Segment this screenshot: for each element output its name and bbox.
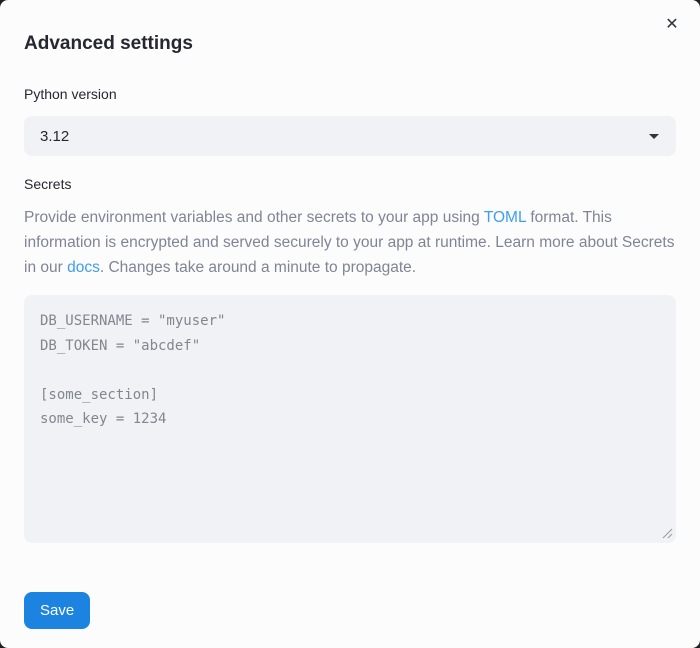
close-icon[interactable]: ✕ xyxy=(660,12,684,36)
secrets-label: Secrets xyxy=(24,176,676,193)
secrets-description-text-1: Provide environment variables and other … xyxy=(24,209,484,226)
resize-handle-icon[interactable] xyxy=(661,527,673,539)
secrets-textarea-container: DB_USERNAME = "myuser" DB_TOKEN = "abcde… xyxy=(24,295,676,543)
secrets-description-text-3: . Changes take around a minute to propag… xyxy=(100,259,416,276)
save-button[interactable]: Save xyxy=(24,592,90,629)
secrets-description: Provide environment variables and other … xyxy=(24,205,676,280)
secrets-input[interactable]: DB_USERNAME = "myuser" DB_TOKEN = "abcde… xyxy=(24,295,676,543)
advanced-settings-dialog: ✕ Advanced settings Python version 3.12 … xyxy=(0,0,700,648)
toml-link[interactable]: TOML xyxy=(484,209,526,226)
docs-link[interactable]: docs xyxy=(67,259,100,276)
python-version-label: Python version xyxy=(24,86,676,103)
chevron-down-icon xyxy=(649,134,659,139)
dialog-title: Advanced settings xyxy=(24,0,676,56)
python-version-selected-value: 3.12 xyxy=(40,128,69,145)
python-version-select[interactable]: 3.12 xyxy=(24,116,676,156)
